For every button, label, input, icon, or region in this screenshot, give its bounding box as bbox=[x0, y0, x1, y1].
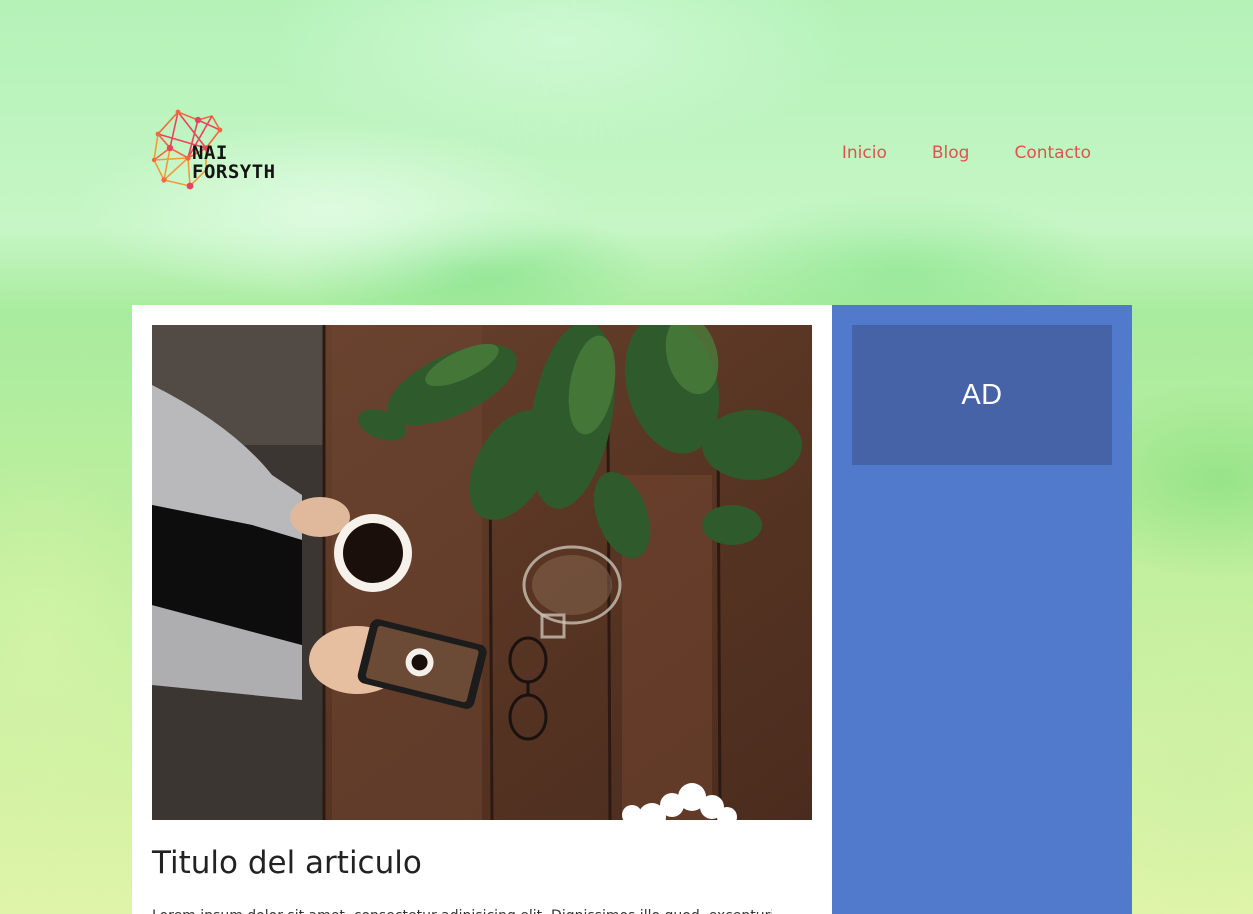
site-header: NAI FORSYTH Inicio Blog Contacto bbox=[0, 0, 1253, 305]
article-excerpt: Lorem ipsum dolor sit amet, consectetur … bbox=[152, 905, 772, 914]
coffee-table-photo bbox=[152, 325, 812, 820]
ad-banner[interactable]: AD bbox=[852, 325, 1112, 465]
main-content: Titulo del articulo Lorem ipsum dolor si… bbox=[132, 305, 832, 914]
nav-link-inicio[interactable]: Inicio bbox=[842, 140, 887, 166]
sidebar: AD bbox=[832, 305, 1132, 914]
main-nav: Inicio Blog Contacto bbox=[842, 140, 1091, 166]
nav-link-blog[interactable]: Blog bbox=[932, 140, 970, 166]
article-title[interactable]: Titulo del articulo bbox=[152, 840, 422, 886]
ad-label: AD bbox=[961, 378, 1003, 411]
logo-line-2: FORSYTH bbox=[192, 161, 276, 183]
site-logo[interactable]: NAI FORSYTH bbox=[150, 108, 315, 193]
logo-wordmark: NAI FORSYTH bbox=[192, 144, 276, 182]
nav-link-contacto[interactable]: Contacto bbox=[1014, 140, 1091, 166]
featured-image[interactable] bbox=[152, 325, 812, 820]
